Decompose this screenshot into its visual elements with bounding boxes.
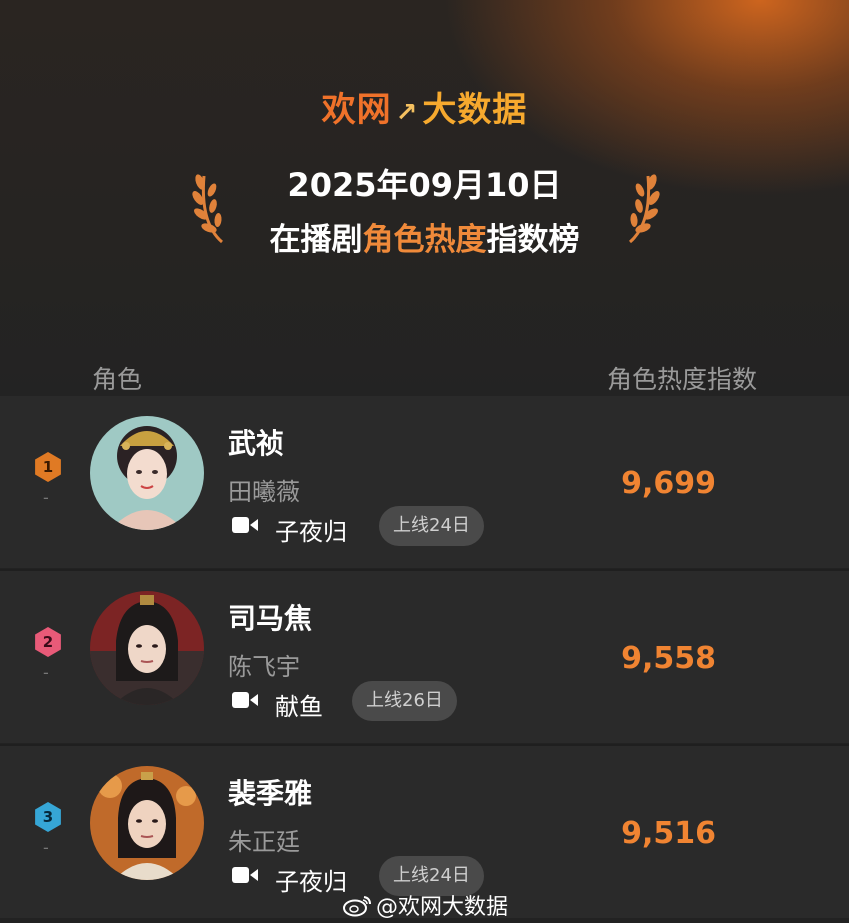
ranking-row[interactable]: 2 - 司马焦 陈飞宇 献鱼 上线26日 9,558 xyxy=(0,571,849,743)
days-online-badge: 上线26日 xyxy=(352,681,457,721)
character-name: 司马焦 xyxy=(228,602,313,635)
column-header-score: 角色热度指数 xyxy=(606,365,757,394)
rank-badge: 2 xyxy=(35,627,61,657)
actor-name: 朱正廷 xyxy=(228,828,300,856)
video-camera-icon xyxy=(232,692,258,708)
ranking-title: 在播剧角色热度指数榜 xyxy=(269,222,580,258)
show-title: 子夜归 xyxy=(275,868,347,896)
weibo-icon xyxy=(343,896,371,917)
actor-name: 田曦薇 xyxy=(228,478,300,506)
ranking-row[interactable]: 1 - 武祯 田曦薇 子夜归 上线24日 9,699 xyxy=(0,396,849,568)
avatar xyxy=(90,766,204,880)
show-title: 子夜归 xyxy=(275,518,347,546)
rank-badge: 1 xyxy=(35,452,61,482)
rank-trend: - xyxy=(43,488,49,507)
heat-score: 9,699 xyxy=(621,466,716,501)
brand-logo: 欢网 ↗ 大数据 xyxy=(321,90,528,130)
watermark: @欢网大数据 xyxy=(376,895,509,920)
rank-trend: - xyxy=(43,663,49,682)
character-name: 裴季雅 xyxy=(228,777,313,810)
heat-score: 9,558 xyxy=(621,641,716,676)
ranking-date: 2025年09月10日 xyxy=(287,166,562,204)
rank-trend: - xyxy=(43,838,49,857)
heat-score: 9,516 xyxy=(621,816,716,851)
character-name: 武祯 xyxy=(228,427,285,460)
brand-arrow-icon: ↗ xyxy=(395,98,419,128)
actor-name: 陈飞宇 xyxy=(228,653,300,681)
column-header-character: 角色 xyxy=(92,365,143,394)
avatar xyxy=(90,591,204,705)
avatar xyxy=(90,416,204,530)
show-title: 献鱼 xyxy=(275,693,323,721)
rank-badge: 3 xyxy=(35,802,61,832)
video-camera-icon xyxy=(232,517,258,533)
days-online-badge: 上线24日 xyxy=(379,506,484,546)
video-camera-icon xyxy=(232,867,258,883)
